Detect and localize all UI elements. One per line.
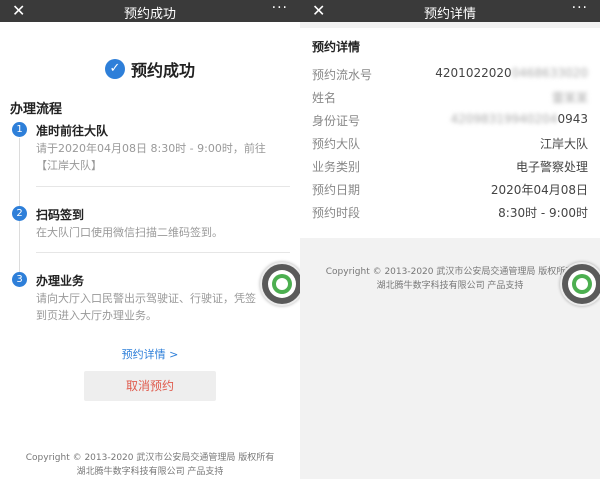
row-label: 预约时段 xyxy=(312,206,361,220)
row-label: 姓名 xyxy=(312,91,337,105)
row-label: 身份证号 xyxy=(312,114,361,128)
process-title: 办理流程 xyxy=(10,102,63,117)
row-value: 2020年04月08日 xyxy=(490,183,588,197)
step-number-badge: 3 xyxy=(12,272,27,287)
green-circular-logo-icon xyxy=(268,270,296,298)
green-circular-logo-icon xyxy=(568,270,596,298)
floating-logo-button[interactable] xyxy=(260,262,300,306)
footer-copyright: Copyright © 2013-2020 武汉市公安局交通管理局 版权所有 xyxy=(325,267,575,277)
floating-logo-button[interactable] xyxy=(560,262,600,306)
more-menu-icon[interactable]: ··· xyxy=(572,0,588,16)
row-value: 42010220200468633020 xyxy=(435,66,588,80)
step-name: 办理业务 xyxy=(36,274,85,288)
top-bar: ✕ 预约成功 ··· xyxy=(0,0,300,22)
detail-row-id-number: 身份证号 420983199402040943 xyxy=(300,112,600,134)
step-number-badge: 2 xyxy=(12,206,27,221)
cancel-booking-button[interactable]: 取消预约 xyxy=(84,371,216,401)
step-name: 扫码签到 xyxy=(36,208,85,222)
more-menu-icon[interactable]: ··· xyxy=(272,0,288,16)
footer-copyright: Copyright © 2013-2020 武汉市公安局交通管理局 版权所有 xyxy=(25,453,275,463)
footer-support: 湖北腾牛数字科技有限公司 产品支持 xyxy=(376,281,524,291)
footer-support: 湖北腾牛数字科技有限公司 产品支持 xyxy=(76,467,224,477)
row-label: 预约日期 xyxy=(312,183,361,197)
detail-row-business-type: 业务类别 电子警察处理 xyxy=(300,158,600,180)
detail-row-date: 预约日期 2020年04月08日 xyxy=(300,181,600,203)
booking-detail-link[interactable]: 预约详情 > xyxy=(0,346,300,362)
check-icon: ✓ xyxy=(104,59,125,79)
page-title: 预约成功 xyxy=(123,7,176,22)
row-value: 420983199402040943 xyxy=(450,112,588,126)
step-number-badge: 1 xyxy=(12,122,27,137)
top-bar: ✕ 预约详情 ··· xyxy=(300,0,600,22)
detail-row-brigade: 预约大队 江岸大队 xyxy=(300,135,600,157)
footer: Copyright © 2013-2020 武汉市公安局交通管理局 版权所有 湖… xyxy=(0,451,300,479)
booking-detail-screen: ✕ 预约详情 ··· 预约详情 预约流水号 420102202004686330… xyxy=(300,0,600,479)
step-description: 请于2020年04月08日 8:30时 - 9:00时，前往【江岸大队】 xyxy=(36,142,266,172)
booking-success-screen: ✕ 预约成功 ··· ✓ 预约成功 办理流程 1 准时前往大队 请于2020年0… xyxy=(0,0,300,479)
detail-row-name: 姓名 雷某某 xyxy=(300,89,600,111)
detail-title: 预约详情 xyxy=(312,40,361,54)
row-value: 8:30时 - 9:00时 xyxy=(498,206,588,220)
row-value: 雷某某 xyxy=(551,91,588,105)
footer: Copyright © 2013-2020 武汉市公安局交通管理局 版权所有 湖… xyxy=(300,265,600,293)
divider xyxy=(36,252,290,253)
row-value: 电子警察处理 xyxy=(515,160,588,174)
step-description: 在大队门口使用微信扫描二维码签到。 xyxy=(36,226,223,239)
success-text: 预约成功 xyxy=(130,61,195,80)
detail-row-serial: 预约流水号 42010220200468633020 xyxy=(300,66,600,88)
step-name: 准时前往大队 xyxy=(36,124,109,138)
row-label: 业务类别 xyxy=(312,160,361,174)
step-description: 请向大厅入口民警出示驾驶证、行驶证，凭签到页进入大厅办理业务。 xyxy=(36,292,256,322)
success-banner: ✓ 预约成功 xyxy=(0,56,300,82)
row-label: 预约流水号 xyxy=(312,68,373,82)
row-value: 江岸大队 xyxy=(539,137,588,151)
divider xyxy=(36,186,290,187)
page-title: 预约详情 xyxy=(423,7,476,22)
row-label: 预约大队 xyxy=(312,137,361,151)
detail-row-time-slot: 预约时段 8:30时 - 9:00时 xyxy=(300,204,600,226)
